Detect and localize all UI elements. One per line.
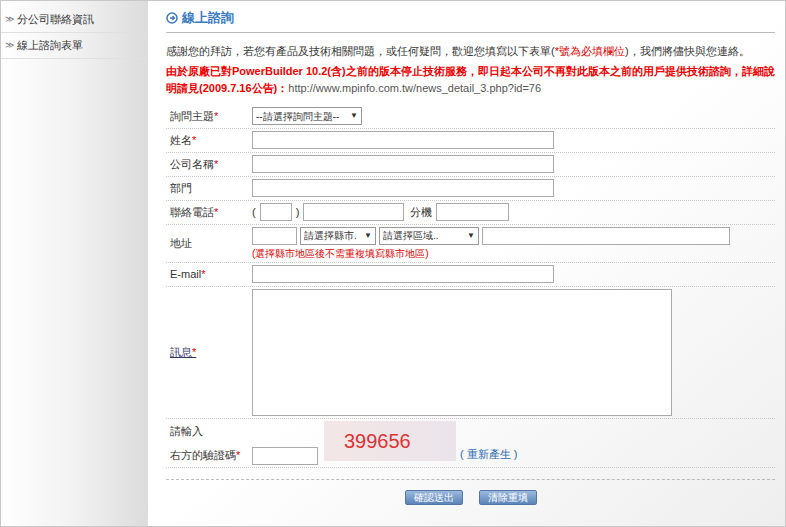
form-row: 詢問主題*--請選擇詢問主題--▼: [166, 105, 775, 129]
captcha-input[interactable]: [252, 447, 318, 465]
sidebar: ≫分公司聯絡資訊≫線上諮詢表單: [1, 1, 148, 526]
phone-inputs: ()分機: [252, 203, 509, 221]
phone-input[interactable]: [303, 203, 404, 221]
text-input[interactable]: [252, 179, 554, 197]
address-input[interactable]: [482, 227, 730, 245]
ext-input[interactable]: [436, 203, 509, 221]
form-row: 訊息*: [166, 287, 775, 419]
city-select[interactable]: 請選擇縣市.▼: [300, 227, 376, 245]
form-row: 姓名*: [166, 129, 775, 153]
field-label: 聯絡電話*: [166, 204, 252, 220]
field-label: 訊息*: [166, 344, 252, 360]
button-bar: 確認送出 清除重填: [166, 479, 775, 505]
topic-select[interactable]: --請選擇詢問主題--▼: [252, 107, 362, 125]
district-select[interactable]: 請選擇區域..▼: [379, 227, 479, 245]
sidebar-item[interactable]: ≫線上諮詢表單: [1, 33, 148, 59]
text-input[interactable]: [252, 131, 554, 149]
text-input[interactable]: [252, 155, 554, 173]
regenerate-link[interactable]: ( 重新產生 ): [460, 446, 517, 465]
zip-input[interactable]: [252, 227, 297, 245]
sidebar-item[interactable]: ≫分公司聯絡資訊: [1, 7, 148, 33]
intro-text: 感謝您的拜訪，若您有產品及技術相關問題，或任何疑問，歡迎您填寫以下表單(*號為必…: [166, 43, 775, 59]
dropdown-arrow-icon: ▼: [364, 230, 372, 242]
message-textarea[interactable]: [252, 289, 672, 416]
form-row: 部門: [166, 177, 775, 201]
submit-button[interactable]: 確認送出: [405, 490, 463, 505]
inquiry-form: 詢問主題*--請選擇詢問主題--▼姓名*公司名稱*部門聯絡電話*()分機地址請選…: [166, 105, 775, 468]
main: 線上諮詢感謝您的拜訪，若您有產品及技術相關問題，或任何疑問，歡迎您填寫以下表單(…: [148, 1, 785, 526]
field-label: 姓名*: [166, 132, 252, 148]
chevron-icon: ≫: [5, 39, 14, 53]
reset-button[interactable]: 清除重填: [479, 490, 537, 505]
field-label: 公司名稱*: [166, 156, 252, 172]
address-note: (選擇縣市地區後不需重複填寫縣市地區): [252, 247, 730, 260]
form-row: 地址 請選擇縣市.▼請選擇區域..▼ (選擇縣市地區後不需重複填寫縣市地區): [166, 225, 775, 263]
dropdown-arrow-icon: ▼: [467, 230, 475, 242]
text-input[interactable]: [252, 265, 554, 283]
dropdown-arrow-icon: ▼: [350, 110, 358, 122]
field-label: E-mail*: [166, 266, 252, 282]
page: ≫分公司聯絡資訊≫線上諮詢表單線上諮詢感謝您的拜訪，若您有產品及技術相關問題，或…: [0, 0, 786, 527]
page-title: 線上諮詢: [166, 8, 775, 33]
field-label: 地址: [166, 235, 252, 251]
form-row: E-mail*: [166, 263, 775, 287]
field-label: 部門: [166, 180, 252, 196]
area-code-input[interactable]: [260, 203, 292, 221]
captcha-image: 399656: [324, 421, 456, 461]
arrow-icon: [166, 12, 178, 24]
notice-text: 由於原廠已對PowerBuilder 10.2(含)之前的版本停止技術服務，即日…: [166, 63, 775, 97]
form-row: 請輸入右方的驗證碼* 399656( 重新產生 ): [166, 419, 775, 468]
form-row: 公司名稱*: [166, 153, 775, 177]
field-label: 詢問主題*: [166, 108, 252, 124]
field-label: 請輸入右方的驗證碼*: [166, 423, 252, 463]
form-row: 聯絡電話*()分機: [166, 201, 775, 225]
chevron-icon: ≫: [5, 13, 14, 27]
